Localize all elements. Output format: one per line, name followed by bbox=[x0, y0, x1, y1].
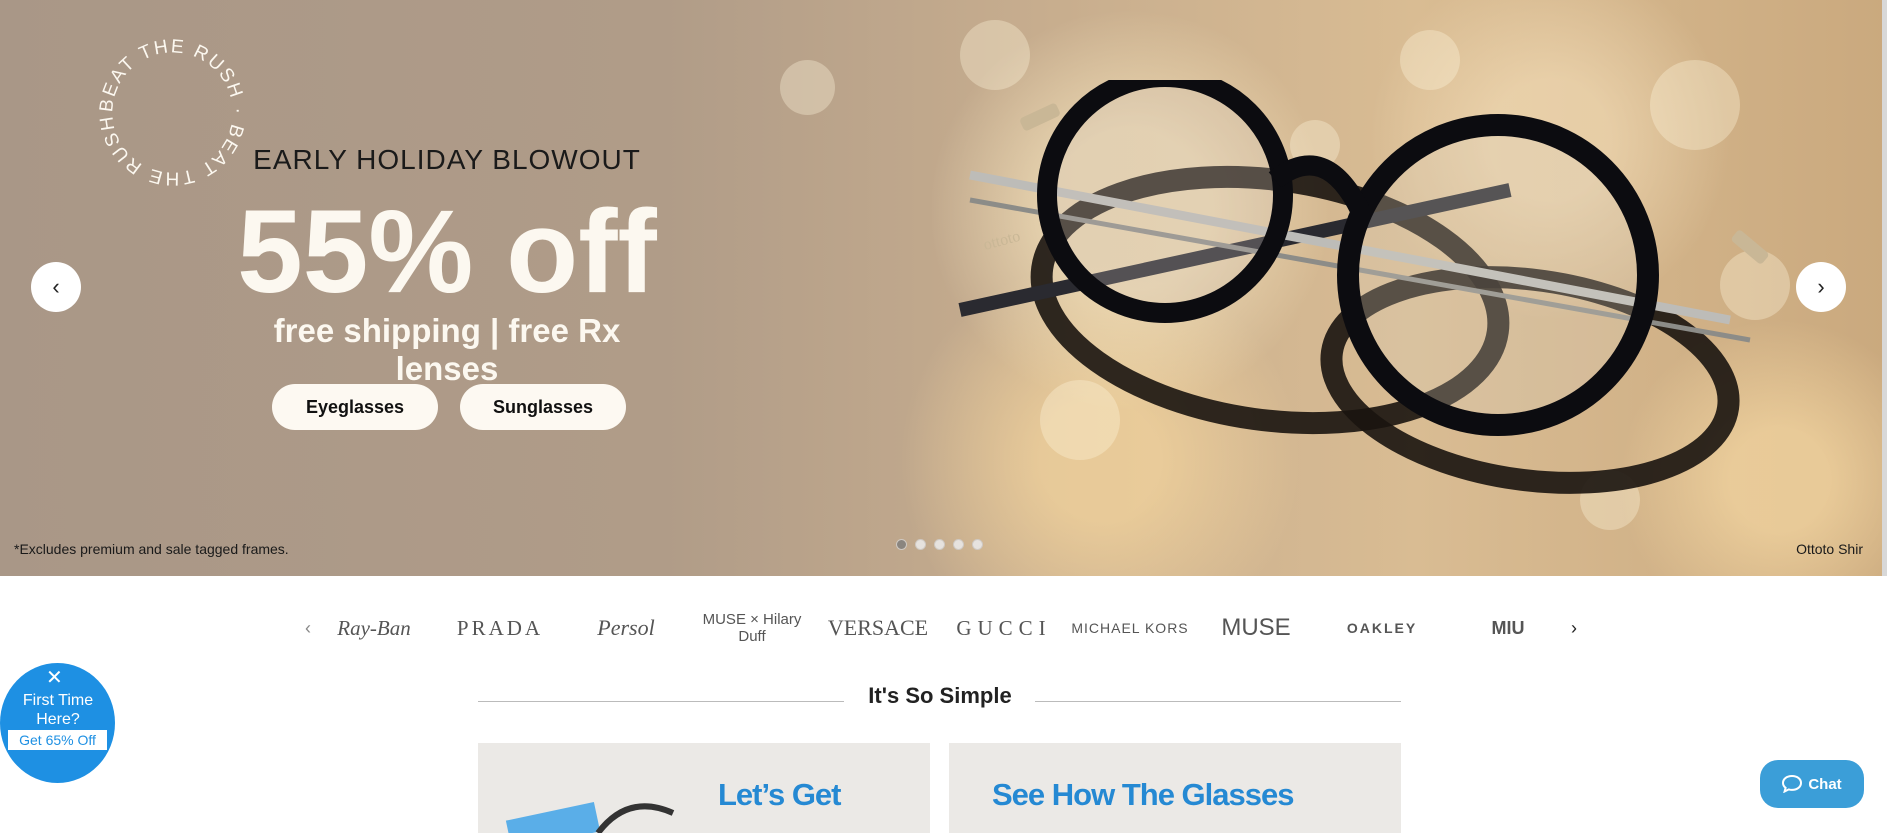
frame-credit: Ottoto Shir bbox=[1796, 541, 1863, 557]
lets-get-card[interactable]: Let’s Get bbox=[478, 743, 930, 833]
brand-oakley[interactable]: OAKLEY bbox=[1319, 620, 1445, 636]
brand-miu[interactable]: MIU bbox=[1445, 618, 1571, 639]
divider-right bbox=[1035, 701, 1401, 702]
brand-persol[interactable]: Persol bbox=[563, 615, 689, 641]
beat-the-rush-badge: BEAT THE RUSH · BEAT THE RUSH · bbox=[95, 35, 249, 189]
brand-list: Ray-Ban PRADA Persol MUSE × Hilary Duff … bbox=[311, 611, 1571, 645]
first-time-promo[interactable]: ✕ First Time Here? Get 65% Off bbox=[0, 663, 115, 783]
glasses-icon bbox=[505, 801, 675, 833]
card-title: See How The Glasses bbox=[992, 777, 1294, 812]
hero-discount: 55% off bbox=[237, 186, 657, 318]
brand-muse-hilary-duff[interactable]: MUSE × Hilary Duff bbox=[689, 611, 815, 645]
brand-gucci[interactable]: GUCCI bbox=[941, 616, 1067, 641]
sunglasses-button[interactable]: Sunglasses bbox=[460, 384, 626, 430]
scrollbar[interactable] bbox=[1882, 0, 1887, 576]
chat-bubble-icon bbox=[1782, 775, 1803, 793]
hero-subline: free shipping | free Rx lenses bbox=[273, 312, 621, 387]
brand-versace[interactable]: VERSACE bbox=[815, 615, 941, 641]
slide-dot[interactable] bbox=[915, 539, 926, 550]
slide-dot[interactable] bbox=[934, 539, 945, 550]
bokeh-light bbox=[780, 60, 835, 115]
svg-text:BEAT THE RUSH · BEAT THE RUSH: BEAT THE RUSH · BEAT THE RUSH · bbox=[95, 35, 249, 189]
chat-button[interactable]: Chat bbox=[1760, 760, 1864, 808]
hero-banner: BEAT THE RUSH · BEAT THE RUSH · EARLY HO… bbox=[0, 0, 1887, 576]
promo-cta-button[interactable]: Get 65% Off bbox=[8, 730, 107, 750]
promo-text: First Time Here? bbox=[22, 692, 94, 728]
close-icon[interactable]: ✕ bbox=[46, 665, 63, 690]
chat-label: Chat bbox=[1808, 775, 1842, 793]
hero-prev-arrow[interactable]: ‹ bbox=[31, 262, 81, 312]
brand-prada[interactable]: PRADA bbox=[437, 616, 563, 641]
brand-ray-ban[interactable]: Ray-Ban bbox=[311, 616, 437, 641]
eyeglasses-button[interactable]: Eyeglasses bbox=[272, 384, 438, 430]
svg-text:ottoto: ottoto bbox=[982, 228, 1022, 254]
brand-michael-kors[interactable]: MICHAEL KORS bbox=[1067, 620, 1193, 636]
brand-muse[interactable]: MUSE bbox=[1193, 614, 1319, 642]
brands-next-arrow[interactable]: › bbox=[1571, 618, 1577, 639]
brand-carousel: ‹ Ray-Ban PRADA Persol MUSE × Hilary Duf… bbox=[305, 600, 1577, 656]
slide-dot[interactable] bbox=[953, 539, 964, 550]
slide-dot[interactable] bbox=[896, 539, 907, 550]
section-title: It's So Simple bbox=[868, 683, 1012, 708]
divider-left bbox=[478, 701, 844, 702]
slide-dots bbox=[896, 539, 983, 550]
glasses-product-image: ottoto bbox=[958, 80, 1769, 494]
hero-next-arrow[interactable]: › bbox=[1796, 262, 1846, 312]
card-title: Let’s Get bbox=[718, 777, 841, 812]
hero-headline: EARLY HOLIDAY BLOWOUT bbox=[253, 144, 641, 175]
hero-disclaimer: *Excludes premium and sale tagged frames… bbox=[14, 541, 289, 557]
slide-dot[interactable] bbox=[972, 539, 983, 550]
see-how-card[interactable]: See How The Glasses bbox=[949, 743, 1401, 833]
